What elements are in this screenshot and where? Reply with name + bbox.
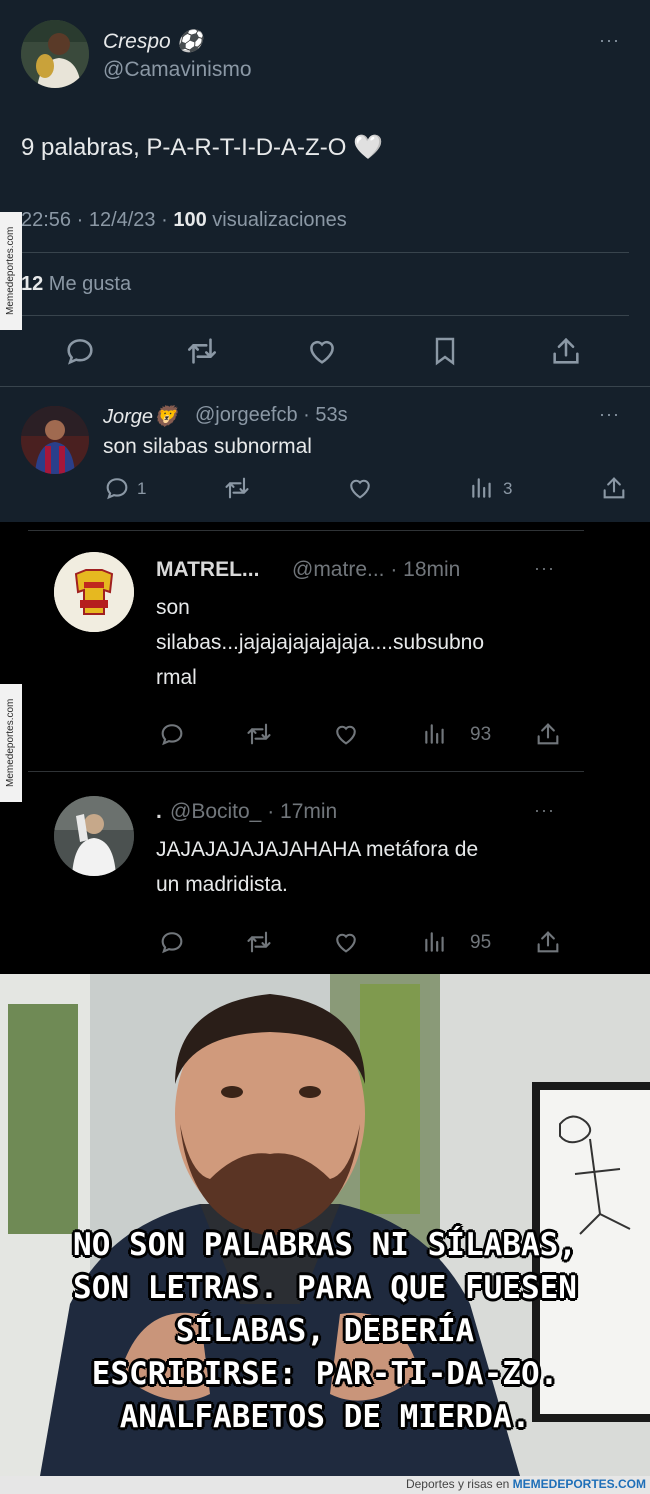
footer-brand: MEMEDEPORTES.COM: [512, 1477, 646, 1491]
avatar[interactable]: [21, 20, 89, 88]
views-count: 3: [503, 479, 513, 498]
reply-text: JAJAJAJAJAJAHAHA metáfora de un madridis…: [156, 832, 478, 902]
display-name[interactable]: Crespo ⚽: [103, 30, 203, 54]
caption-line: SÍLABAS, DEBERÍA: [175, 1313, 475, 1349]
caption-line: NO SON PALABRAS NI SÍLABAS,: [73, 1227, 577, 1263]
avatar[interactable]: [21, 406, 89, 474]
tweet-text: 9 palabras, P-A-R-T-I-D-A-Z-O 🤍: [21, 134, 383, 161]
likes-count: 12: [21, 273, 44, 295]
retweet-icon[interactable]: [184, 334, 220, 368]
reply-text-line: rmal: [156, 666, 197, 689]
caption-line: SON LETRAS. PARA QUE FUESEN: [73, 1270, 577, 1306]
caption-line: ANALFABETOS DE MIERDA.: [119, 1399, 531, 1435]
display-name[interactable]: MATREL...: [156, 558, 259, 582]
divider: [28, 771, 584, 772]
divider: [0, 386, 650, 387]
handle-and-time[interactable]: @jorgeefcb · 53s: [195, 404, 348, 427]
like-icon[interactable]: [332, 720, 360, 748]
more-icon[interactable]: ···: [534, 800, 555, 821]
caption-line: ESCRIBIRSE: PAR-TI-DA-ZO.: [91, 1356, 559, 1392]
divider: [28, 530, 584, 531]
reply-text-line: son: [156, 596, 190, 619]
side-watermark: Memedeportes.com: [0, 212, 22, 330]
footer-prefix: Deportes y risas en: [405, 1477, 513, 1491]
display-name[interactable]: Jorge🦁: [103, 404, 178, 429]
share-icon[interactable]: [534, 720, 562, 748]
views-count: 95: [470, 932, 492, 953]
retweet-icon[interactable]: [244, 928, 274, 956]
reply-icon[interactable]: [103, 474, 131, 502]
reply-text-line: JAJAJAJAJAJAHAHA metáfora de: [156, 838, 479, 861]
views-icon[interactable]: [469, 474, 495, 502]
views-label[interactable]: visualizaciones: [207, 209, 347, 231]
like-icon[interactable]: [346, 474, 374, 502]
share-icon[interactable]: [600, 474, 628, 502]
reply-text: son silabas...jajajajajajajaja....subsub…: [156, 590, 484, 695]
reply-text: son silabas subnormal: [103, 435, 312, 458]
reply-text-line: un madridista.: [156, 873, 288, 896]
meme-caption: NO SON PALABRAS NI SÍLABAS, SON LETRAS. …: [10, 1224, 640, 1439]
more-icon[interactable]: ···: [534, 558, 555, 579]
bookmark-icon[interactable]: [429, 334, 461, 368]
more-icon[interactable]: ···: [599, 404, 620, 425]
views-icon[interactable]: [422, 721, 448, 747]
replies-panel: MATREL... @matre... · 18min ··· son sila…: [0, 522, 650, 974]
like-icon[interactable]: [332, 928, 360, 956]
side-watermark: Memedeportes.com: [0, 684, 22, 802]
handle-and-time[interactable]: @matre... · 18min: [292, 558, 460, 582]
retweet-icon[interactable]: [222, 474, 252, 502]
share-icon[interactable]: [549, 334, 583, 368]
main-tweet-panel: Crespo ⚽ @Camavinismo ··· 9 palabras, P-…: [0, 0, 650, 522]
likes-summary[interactable]: 12 Me gusta: [21, 273, 131, 296]
like-icon[interactable]: [305, 334, 339, 368]
more-icon[interactable]: ···: [599, 30, 620, 51]
avatar[interactable]: [54, 796, 134, 876]
reply-icon[interactable]: [158, 928, 186, 956]
meme-image: NO SON PALABRAS NI SÍLABAS, SON LETRAS. …: [0, 974, 650, 1476]
tweet-meta: 22:56 · 12/4/23 · 100 visualizaciones: [21, 209, 347, 232]
views-count: 93: [470, 724, 492, 745]
tweet-time: 22:56 · 12/4/23 ·: [21, 209, 174, 231]
reply-icon[interactable]: [158, 720, 186, 748]
views-count[interactable]: 100: [173, 209, 206, 231]
retweet-icon[interactable]: [244, 720, 274, 748]
handle-and-time[interactable]: @Bocito_ · 17min: [170, 800, 337, 824]
divider: [21, 252, 629, 253]
likes-label: Me gusta: [43, 273, 132, 295]
reply-text-line: silabas...jajajajajajajaja....subsubno: [156, 631, 485, 654]
reply-icon[interactable]: [63, 334, 97, 368]
divider: [21, 315, 629, 316]
footer-watermark: Deportes y risas en MEMEDEPORTES.COM: [0, 1476, 650, 1494]
footer-text[interactable]: Deportes y risas en MEMEDEPORTES.COM: [406, 1477, 646, 1491]
avatar[interactable]: [54, 552, 134, 632]
views-icon[interactable]: [422, 929, 448, 955]
share-icon[interactable]: [534, 928, 562, 956]
display-name[interactable]: .: [156, 800, 162, 824]
handle[interactable]: @Camavinismo: [103, 58, 252, 82]
reply-count: 1: [137, 479, 147, 498]
